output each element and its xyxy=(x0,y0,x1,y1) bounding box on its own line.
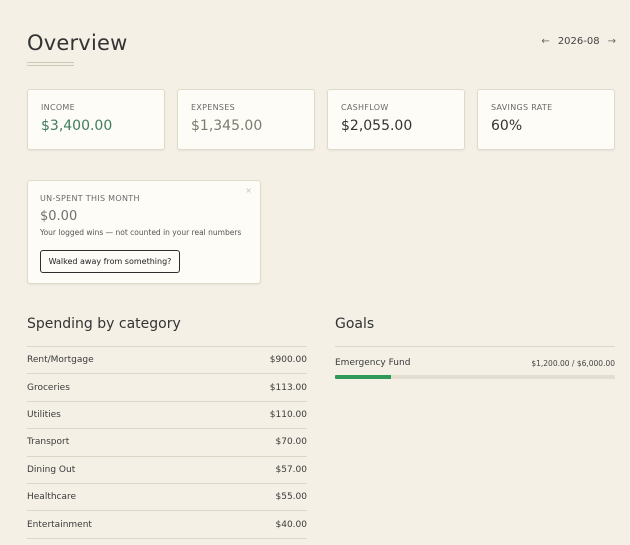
list-item[interactable]: Utilities $110.00 xyxy=(27,402,307,430)
title-underline xyxy=(27,62,74,66)
walked-away-button[interactable]: Walked away from something? xyxy=(40,250,180,273)
stat-value: $1,345.00 xyxy=(191,118,263,134)
category-amount: $40.00 xyxy=(275,519,308,530)
goal-item[interactable]: Emergency Fund $1,200.00 / $6,000.00 xyxy=(335,358,615,379)
goals-list: Emergency Fund $1,200.00 / $6,000.00 xyxy=(335,346,615,379)
stat-card-cashflow: CASHFLOW $2,055.00 xyxy=(327,89,465,150)
goal-progress-track xyxy=(335,375,615,379)
category-name: Rent/Mortgage xyxy=(27,355,94,366)
list-item[interactable]: Entertainment $40.00 xyxy=(27,511,308,539)
spending-list: Rent/Mortgage $900.00 Groceries $113.00 … xyxy=(27,346,307,539)
unspent-label: UN-SPENT THIS MONTH xyxy=(40,194,140,203)
spending-section-title: Spending by category xyxy=(27,316,181,332)
page-title: Overview xyxy=(27,31,128,55)
close-icon[interactable]: × xyxy=(245,186,252,195)
goal-progress-fill xyxy=(335,375,391,379)
category-name: Entertainment xyxy=(27,519,92,530)
list-item[interactable]: Dining Out $57.00 xyxy=(27,457,307,484)
stat-card-savings-rate: SAVINGS RATE 60% xyxy=(477,89,615,150)
stat-label: INCOME xyxy=(41,103,75,112)
stat-card-expenses: EXPENSES $1,345.00 xyxy=(177,89,315,150)
stat-label: EXPENSES xyxy=(191,103,236,112)
category-name: Healthcare xyxy=(27,492,77,503)
category-amount: $55.00 xyxy=(275,492,308,503)
category-name: Transport xyxy=(27,437,70,448)
list-item[interactable]: Healthcare $55.00 xyxy=(27,484,308,512)
stat-value: $2,055.00 xyxy=(341,118,413,134)
list-item[interactable]: Transport $70.00 xyxy=(27,429,308,457)
category-amount: $113.00 xyxy=(269,382,307,393)
category-name: Utilities xyxy=(27,409,61,420)
category-name: Dining Out xyxy=(27,464,76,475)
category-amount: $900.00 xyxy=(269,355,307,366)
stat-card-income: INCOME $3,400.00 xyxy=(27,89,165,150)
unspent-note: Your logged wins — not counted in your r… xyxy=(40,228,242,237)
category-amount: $110.00 xyxy=(269,409,307,420)
category-amount: $57.00 xyxy=(275,464,308,475)
category-amount: $70.00 xyxy=(275,437,308,448)
unspent-value: $0.00 xyxy=(40,209,78,224)
arrow-right-icon[interactable]: → xyxy=(608,36,616,47)
goal-amount: $1,200.00 / $6,000.00 xyxy=(531,358,615,368)
stat-label: CASHFLOW xyxy=(341,103,389,112)
goals-section-title: Goals xyxy=(335,316,375,332)
arrow-left-icon[interactable]: ← xyxy=(541,36,549,47)
stat-label: SAVINGS RATE xyxy=(491,103,553,112)
category-name: Groceries xyxy=(27,382,70,393)
stat-value: $3,400.00 xyxy=(41,118,113,134)
goal-name: Emergency Fund xyxy=(335,358,411,368)
month-nav: ← 2026-08 → xyxy=(541,36,616,47)
stat-value: 60% xyxy=(491,118,523,134)
unspent-card: × UN-SPENT THIS MONTH $0.00 Your logged … xyxy=(27,180,261,284)
current-month: 2026-08 xyxy=(557,36,600,47)
list-item[interactable]: Rent/Mortgage $900.00 xyxy=(27,347,307,375)
list-item[interactable]: Groceries $113.00 xyxy=(27,374,307,402)
goal-row: Emergency Fund $1,200.00 / $6,000.00 xyxy=(335,358,615,368)
